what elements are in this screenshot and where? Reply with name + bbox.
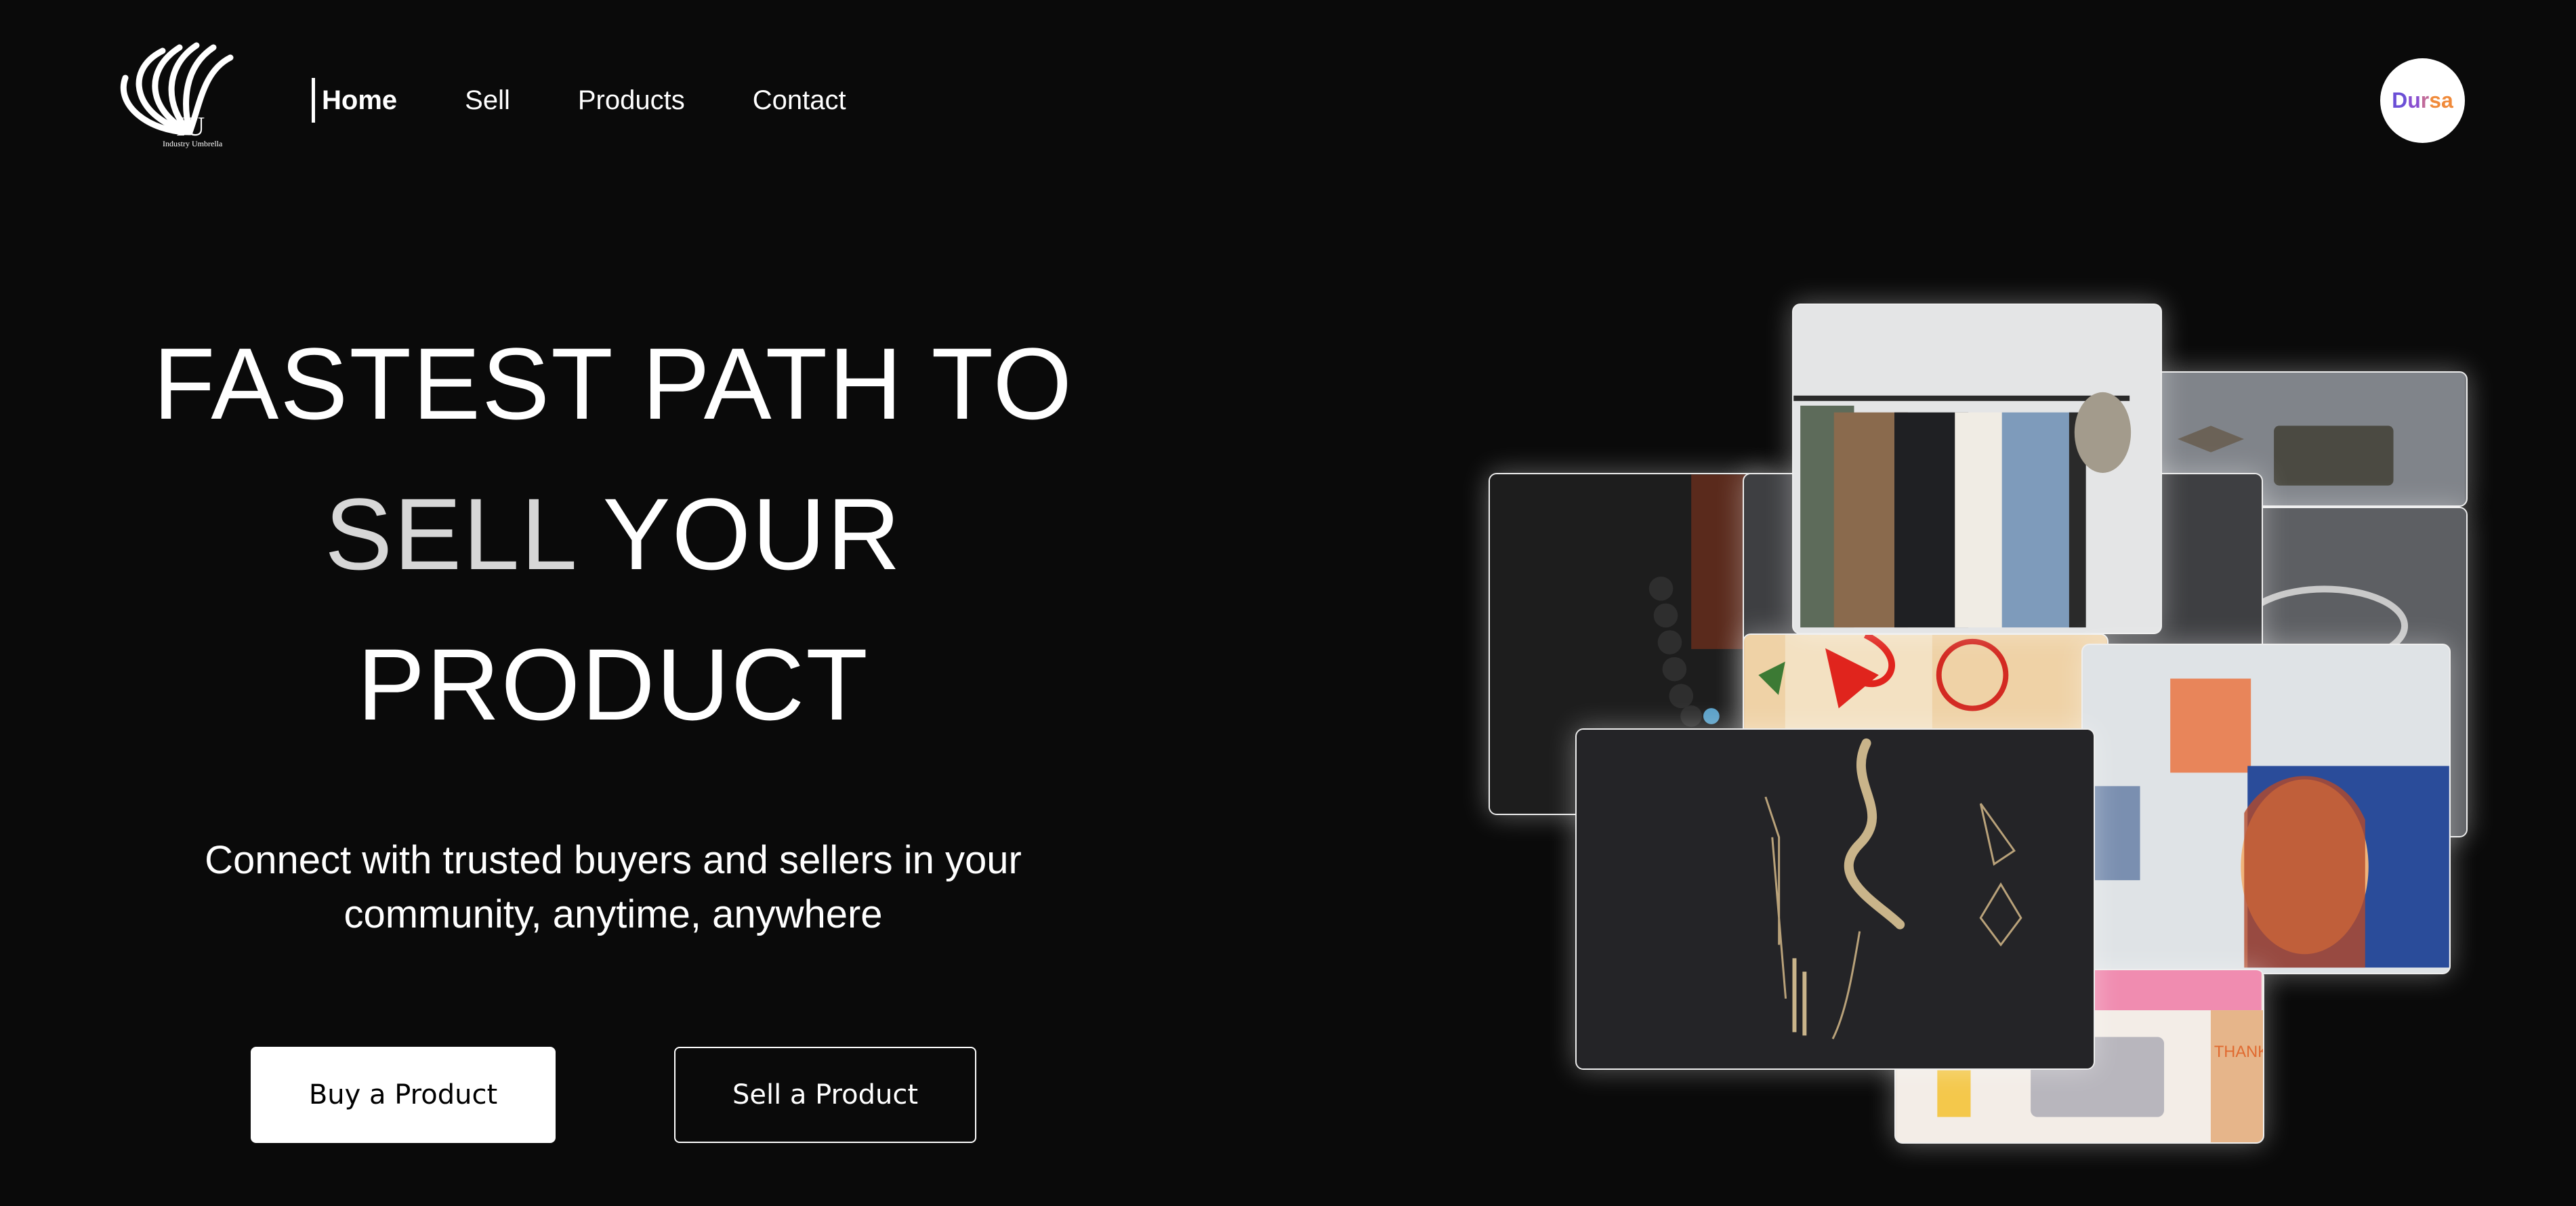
gift-photo <box>1743 633 2108 837</box>
nav-home[interactable]: Home <box>322 85 397 116</box>
main-nav: Home Sell Products Contact <box>312 76 914 125</box>
bracelet-photo <box>2243 507 2468 837</box>
active-indicator <box>312 78 315 123</box>
beads-photo <box>1489 473 1773 815</box>
hero-subtitle: Connect with trusted buyers and sellers … <box>205 838 1022 936</box>
clothes-rack-photo <box>1792 304 2162 634</box>
logo-initials: IU <box>176 111 205 142</box>
avatar-text: r <box>2420 88 2430 112</box>
avatar-text: u <box>2407 88 2421 112</box>
buy-product-button[interactable]: Buy a Product <box>251 1047 556 1143</box>
stone-surface-photo <box>1743 473 2263 730</box>
nav-sell[interactable]: Sell <box>465 85 510 116</box>
user-avatar[interactable]: Du r sa <box>2380 58 2465 143</box>
hero-line-1: FASTEST PATH TO <box>152 327 1074 440</box>
nav-products[interactable]: Products <box>578 85 685 116</box>
hero-highlight: SELL <box>325 477 575 591</box>
hero-title: FASTEST PATH TO SELL YOUR PRODUCT <box>122 308 1104 760</box>
box-text: THANK <box>2214 1043 2263 1061</box>
jewelry-photo <box>1575 728 2095 1070</box>
bowtie-wallet-photo <box>2155 371 2468 507</box>
avatar-text: D <box>2392 88 2408 112</box>
site-logo[interactable]: IU Industry Umbrella <box>108 30 247 169</box>
painting-photo <box>2081 644 2451 974</box>
avatar-text: sa <box>2429 88 2453 112</box>
sell-product-button[interactable]: Sell a Product <box>674 1047 976 1143</box>
hero-line-2: YOUR <box>575 477 902 591</box>
nav-contact[interactable]: Contact <box>753 85 846 116</box>
thank-you-boxes-photo: THANK <box>1894 969 2264 1144</box>
logo-company-name: Industry Umbrella <box>163 139 223 148</box>
hero-line-3: PRODUCT <box>357 627 869 741</box>
